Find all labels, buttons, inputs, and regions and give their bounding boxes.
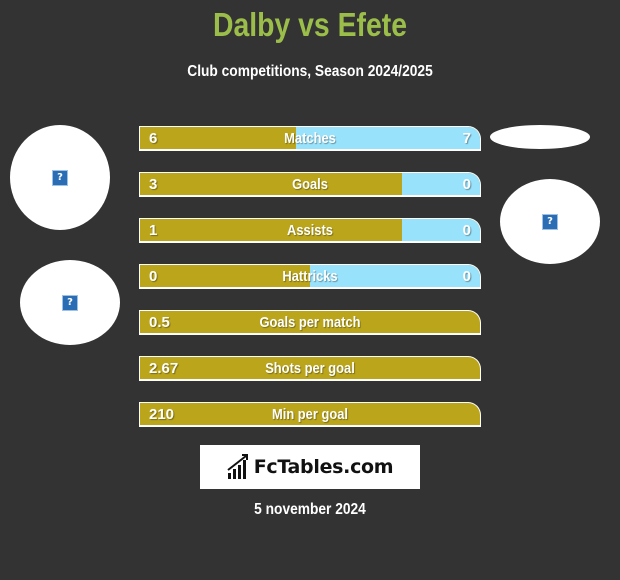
stat-left-value: 1 xyxy=(149,221,158,239)
stat-left-value: 0.5 xyxy=(149,313,170,331)
image-placeholder-icon: ? xyxy=(62,294,78,311)
bar-chart-icon xyxy=(227,454,248,479)
team-logo-right: ? xyxy=(500,179,600,264)
stat-row: Assists 1 0 xyxy=(139,218,481,243)
stat-left-value: 0 xyxy=(149,267,158,285)
stat-bar-left: Min per goal 210 xyxy=(140,403,480,425)
match-title: Dalby vs Efete xyxy=(212,6,408,43)
competition-subtitle: Club competitions, Season 2024/2025 xyxy=(187,63,433,80)
stat-label: Goals xyxy=(292,175,328,193)
team-logo-right-oval xyxy=(490,125,590,149)
stat-right-value: 0 xyxy=(462,221,471,239)
stat-row: Goals per match 0.5 xyxy=(139,310,481,335)
stat-bar-left: Hattricks 0 0 xyxy=(140,265,480,287)
stat-row: Goals 3 0 xyxy=(139,172,481,197)
stat-bar-left: Shots per goal 2.67 xyxy=(140,357,480,379)
stat-right-value: 0 xyxy=(462,175,471,193)
stat-label: Min per goal xyxy=(272,405,348,423)
stat-label: Goals per match xyxy=(259,313,361,331)
stat-left-value: 210 xyxy=(149,405,175,423)
stat-label: Matches xyxy=(284,129,336,147)
stat-bar-left: Matches 6 7 xyxy=(140,127,480,149)
match-date: 5 november 2024 xyxy=(254,501,366,518)
stat-bar-left: Goals 3 0 xyxy=(140,173,480,195)
stat-right-value: 0 xyxy=(462,267,471,285)
team-logo-left-secondary: ? xyxy=(20,260,120,345)
image-placeholder-icon: ? xyxy=(542,213,558,230)
brand-name: FcTables.com xyxy=(253,456,394,478)
stat-row: Hattricks 0 0 xyxy=(139,264,481,289)
stat-bar-left: Assists 1 0 xyxy=(140,219,480,241)
team-logo-left-primary: ? xyxy=(10,125,110,230)
fctables-logo[interactable]: FcTables.com xyxy=(200,445,420,489)
stat-left-value: 2.67 xyxy=(149,359,179,377)
stat-label: Hattricks xyxy=(282,267,338,285)
stat-row: Shots per goal 2.67 xyxy=(139,356,481,381)
stat-row: Min per goal 210 xyxy=(139,402,481,427)
stat-label: Assists xyxy=(287,221,333,239)
stat-left-value: 3 xyxy=(149,175,158,193)
stat-right-value: 7 xyxy=(462,129,471,147)
stat-bar-left: Goals per match 0.5 xyxy=(140,311,480,333)
stat-row: Matches 6 7 xyxy=(139,126,481,151)
stat-left-value: 6 xyxy=(149,129,158,147)
image-placeholder-icon: ? xyxy=(52,169,68,186)
stat-label: Shots per goal xyxy=(265,359,355,377)
